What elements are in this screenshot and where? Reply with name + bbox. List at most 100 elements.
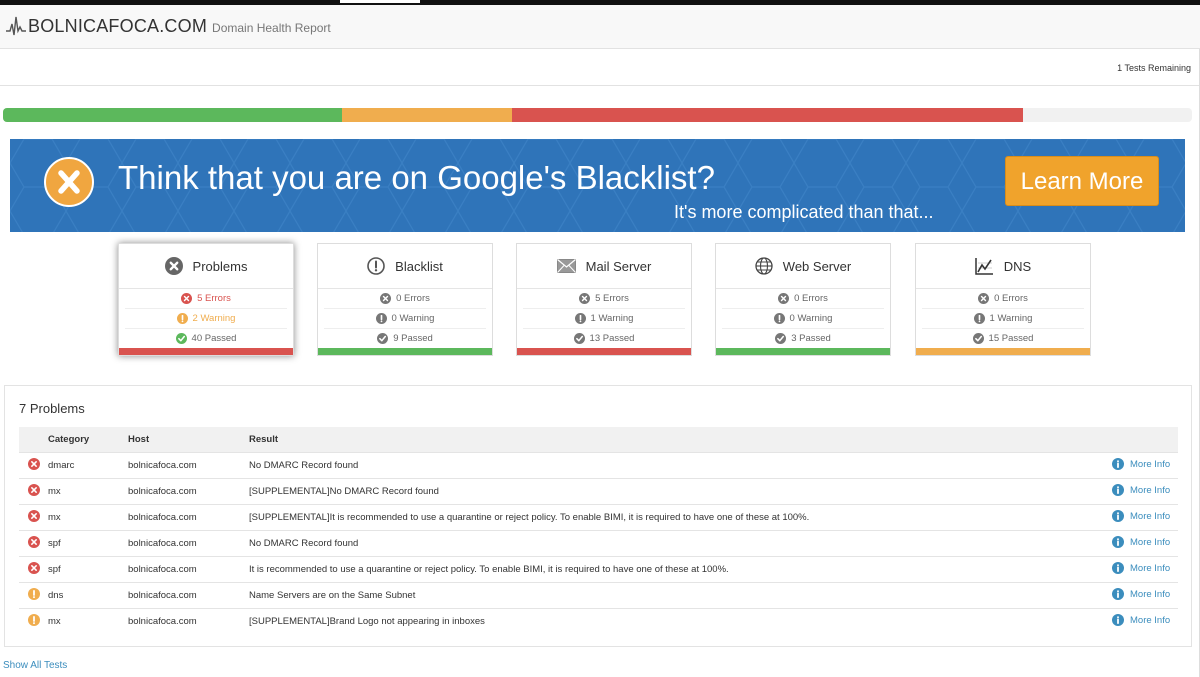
table-row: dns bolnicafoca.com Name Servers are on … (19, 582, 1178, 609)
check-icon (775, 333, 787, 344)
category-card-dns[interactable]: DNS 0 Errors 1 Warning 15 Passed (915, 243, 1091, 356)
progress-segment-0 (3, 108, 342, 122)
card-errors: 0 Errors (324, 289, 486, 309)
row-category: mx (48, 504, 128, 531)
card-passed: 9 Passed (324, 329, 486, 349)
warning-icon (19, 582, 48, 609)
card-passed: 15 Passed (922, 329, 1084, 349)
row-host: bolnicafoca.com (128, 582, 249, 609)
column-category: Category (48, 427, 128, 453)
error-icon (181, 293, 193, 304)
category-card-problems[interactable]: Problems 5 Errors 2 Warning 40 Passed (118, 243, 294, 356)
row-category: dns (48, 582, 128, 609)
row-result: No DMARC Record found (249, 452, 1112, 479)
row-category: dmarc (48, 452, 128, 479)
category-card-web-server[interactable]: Web Server 0 Errors 0 Warning 3 Passed (715, 243, 891, 356)
warning-icon (375, 313, 387, 324)
info-icon (1112, 484, 1127, 496)
card-status-bar (517, 348, 691, 355)
row-result: Name Servers are on the Same Subnet (249, 582, 1112, 609)
check-icon (175, 333, 187, 344)
card-title: Blacklist (395, 258, 443, 274)
row-host: bolnicafoca.com (128, 478, 249, 505)
card-passed: 3 Passed (722, 329, 884, 349)
card-errors: 5 Errors (125, 289, 287, 309)
row-result: It is recommended to use a quarantine or… (249, 556, 1112, 583)
category-card-mail-server[interactable]: Mail Server 5 Errors 1 Warning 13 Passed (516, 243, 692, 356)
row-result: No DMARC Record found (249, 530, 1112, 557)
card-title: DNS (1003, 258, 1032, 274)
table-row: mx bolnicafoca.com [SUPPLEMENTAL]No DMAR… (19, 478, 1178, 505)
error-icon (19, 452, 48, 479)
card-warnings: 1 Warning (922, 309, 1084, 329)
card-errors: 0 Errors (922, 289, 1084, 309)
banner-title: Think that you are on Google's Blacklist… (118, 159, 715, 196)
error-icon (19, 556, 48, 583)
problems-title: 7 Problems (19, 401, 85, 416)
card-warnings: 0 Warning (324, 309, 486, 329)
row-category: spf (48, 556, 128, 583)
more-info-link[interactable]: More Info (1112, 510, 1170, 522)
error-icon (579, 293, 591, 304)
more-info-link[interactable]: More Info (1112, 588, 1170, 600)
card-passed: 40 Passed (125, 329, 287, 349)
check-icon (377, 333, 389, 344)
chart-icon (975, 257, 999, 275)
row-host: bolnicafoca.com (128, 608, 249, 634)
card-header: DNS (916, 244, 1090, 289)
more-info-link[interactable]: More Info (1112, 536, 1170, 548)
table-row: mx bolnicafoca.com [SUPPLEMENTAL]It is r… (19, 504, 1178, 531)
info-icon (1112, 614, 1127, 626)
card-errors: 5 Errors (523, 289, 685, 309)
error-icon (19, 504, 48, 531)
card-title: Problems (192, 258, 248, 274)
results-progress-bar (3, 108, 1192, 122)
card-title: Mail Server (585, 258, 652, 274)
card-status-bar (716, 348, 890, 355)
row-host: bolnicafoca.com (128, 530, 249, 557)
info-icon (1112, 588, 1127, 600)
pulse-logo-icon (6, 16, 26, 36)
table-row: spf bolnicafoca.com It is recommended to… (19, 556, 1178, 583)
category-card-blacklist[interactable]: Blacklist 0 Errors 0 Warning 9 Passed (317, 243, 493, 356)
banner-x-icon (44, 157, 94, 207)
row-category: mx (48, 478, 128, 505)
row-category: mx (48, 608, 128, 634)
column-result: Result (249, 427, 1112, 453)
more-info-link[interactable]: More Info (1112, 562, 1170, 574)
warning-icon (176, 313, 188, 324)
card-title: Web Server (782, 258, 852, 274)
table-header-row: Category Host Result (19, 427, 1178, 453)
row-host: bolnicafoca.com (128, 504, 249, 531)
header: BOLNICAFOCA.COM Domain Health Report (0, 5, 1200, 49)
brand-name: BOLNICAFOCA.COM (28, 16, 208, 36)
show-all-tests-link[interactable]: Show All Tests (3, 660, 67, 671)
blacklist-banner[interactable]: Think that you are on Google's Blacklist… (10, 139, 1185, 232)
table-row: mx bolnicafoca.com [SUPPLEMENTAL]Brand L… (19, 608, 1178, 634)
more-info-link[interactable]: More Info (1112, 458, 1170, 470)
warning-icon (773, 313, 785, 324)
x-circle-icon (164, 257, 188, 275)
table-row: dmarc bolnicafoca.com No DMARC Record fo… (19, 452, 1178, 479)
warning-icon (574, 313, 586, 324)
row-category: spf (48, 530, 128, 557)
row-host: bolnicafoca.com (128, 556, 249, 583)
learn-more-button[interactable]: Learn More (1005, 156, 1159, 206)
row-host: bolnicafoca.com (128, 452, 249, 479)
row-result: [SUPPLEMENTAL]Brand Logo not appearing i… (249, 608, 1112, 634)
error-icon (778, 293, 790, 304)
card-warnings: 2 Warning (125, 309, 287, 329)
progress-segment-1 (341, 108, 512, 122)
info-icon (1112, 536, 1127, 548)
brand[interactable]: BOLNICAFOCA.COM Domain Health Report (6, 15, 331, 37)
warning-icon (973, 313, 985, 324)
more-info-link[interactable]: More Info (1112, 614, 1170, 626)
check-icon (573, 333, 585, 344)
card-warnings: 1 Warning (523, 309, 685, 329)
card-warnings: 0 Warning (722, 309, 884, 329)
more-info-link[interactable]: More Info (1112, 484, 1170, 496)
card-status-bar (916, 348, 1090, 355)
info-icon (1112, 562, 1127, 574)
row-result: [SUPPLEMENTAL]No DMARC Record found (249, 478, 1112, 505)
card-header: Web Server (716, 244, 890, 289)
